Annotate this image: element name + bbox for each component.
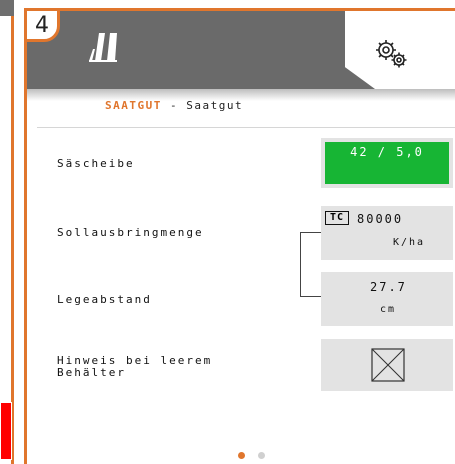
page-indicator xyxy=(238,444,268,463)
seed-disc-label: Säscheibe xyxy=(57,157,135,170)
unchecked-box-icon xyxy=(371,348,405,382)
seed-name: Saatgut xyxy=(186,99,244,112)
target-rate-unit: K/ha xyxy=(393,237,426,248)
link-bracket xyxy=(300,232,321,297)
spacing-field[interactable]: 27.7 cm xyxy=(321,272,453,326)
seed-settings-panel: 4 SAATGUT - Saatgut Säscheibe 42 / 5,0 S… xyxy=(24,8,455,464)
crop-type: SAATGUT xyxy=(105,99,162,112)
previous-panel-border xyxy=(11,16,14,464)
gears-icon[interactable] xyxy=(372,37,410,71)
page-subtitle: SAATGUT - Saatgut xyxy=(105,99,243,112)
previous-panel-alert-marker xyxy=(0,402,12,460)
spacing-unit: cm xyxy=(380,304,397,315)
spacing-label: Legeabstand xyxy=(57,293,152,306)
target-rate-field[interactable]: TC 80000 K/ha xyxy=(321,206,453,260)
target-rate-value: 80000 xyxy=(357,212,404,226)
empty-hint-field[interactable] xyxy=(321,339,453,391)
page-dot[interactable] xyxy=(257,452,265,459)
subtitle-divider xyxy=(37,127,455,128)
previous-panel-strip xyxy=(0,0,14,464)
spacing-value: 27.7 xyxy=(370,280,407,294)
target-rate-label: Sollausbringmenge xyxy=(57,226,204,239)
seed-disc-value: 42 / 5,0 xyxy=(325,142,449,184)
empty-hint-label-line2: Behälter xyxy=(57,366,126,379)
seed-drill-icon xyxy=(89,33,117,62)
subtitle-separator: - xyxy=(169,99,179,112)
panel-number-badge: 4 xyxy=(24,8,60,42)
tc-indicator: TC xyxy=(325,211,349,225)
seed-disc-field[interactable]: 42 / 5,0 xyxy=(321,138,453,188)
page-dot-active[interactable] xyxy=(238,452,245,459)
panel-number: 4 xyxy=(35,12,49,38)
previous-panel-header xyxy=(0,0,14,16)
